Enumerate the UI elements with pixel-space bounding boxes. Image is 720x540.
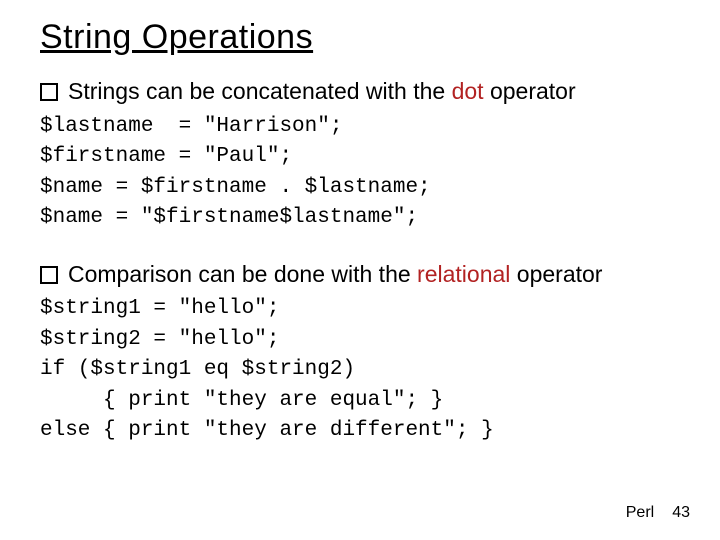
bullet-text-post: operator	[484, 78, 576, 104]
bullet-text: Strings can be concatenated with the dot…	[68, 77, 576, 106]
page-title: String Operations	[40, 18, 680, 57]
bullet-row: Comparison can be done with the relation…	[40, 260, 680, 289]
square-bullet-icon	[40, 266, 58, 284]
code-block-concat: $lastname = "Harrison"; $firstname = "Pa…	[40, 112, 680, 234]
bullet-text-post: operator	[510, 261, 602, 287]
bullet-row: Strings can be concatenated with the dot…	[40, 77, 680, 106]
footer-topic: Perl	[626, 504, 654, 521]
bullet-keyword: dot	[452, 78, 484, 104]
section-concatenation: Strings can be concatenated with the dot…	[40, 77, 680, 234]
section-comparison: Comparison can be done with the relation…	[40, 260, 680, 447]
slide-footer: Perl 43	[626, 504, 690, 522]
bullet-text-pre: Comparison can be done with the	[68, 261, 417, 287]
bullet-text: Comparison can be done with the relation…	[68, 260, 602, 289]
bullet-keyword: relational	[417, 261, 510, 287]
square-bullet-icon	[40, 83, 58, 101]
page-number: 43	[672, 504, 690, 521]
bullet-text-pre: Strings can be concatenated with the	[68, 78, 452, 104]
code-block-compare: $string1 = "hello"; $string2 = "hello"; …	[40, 294, 680, 446]
slide: String Operations Strings can be concate…	[0, 0, 720, 540]
